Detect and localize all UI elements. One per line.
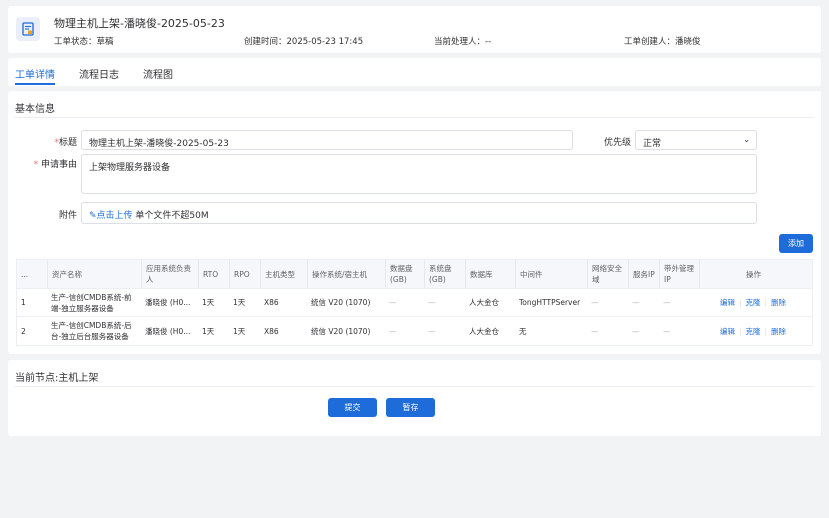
bmc-ip: — — [663, 298, 671, 307]
save-draft-button[interactable]: 暂存 — [386, 398, 435, 417]
ticket-header: 物理主机上架-潘晓俊-2025-05-23 工单状态：草稿 创建时间：2025-… — [8, 6, 821, 53]
divider: | — [764, 298, 768, 307]
col-rpo: RPO — [229, 260, 260, 288]
col-middleware: 中间件 — [515, 260, 587, 288]
asset-name: 生产-信创CMDB系统-后台-独立后台服务器设备 — [51, 321, 132, 341]
col-data-disk: 数据盘(GB) — [385, 260, 424, 288]
submit-button[interactable]: 提交 — [328, 398, 377, 417]
divider: | — [764, 326, 768, 336]
section-title: 基本信息 — [15, 104, 55, 115]
data-disk: — — [389, 326, 397, 336]
row-actions: 编辑 | 克隆 | 删除 — [699, 317, 803, 345]
middleware: 无 — [519, 326, 527, 336]
ticket-creator: 工单创建人：潘晓俊 — [624, 37, 701, 47]
clone-link[interactable]: 克隆 — [746, 297, 761, 308]
current-node-title: 当前节点:主机上架 — [15, 373, 99, 384]
edit-link[interactable]: 编辑 — [720, 297, 735, 308]
table-row: 1 生产-信创CMDB系统-前端-独立服务器设备 潘晓俊 (H0... 1天 1… — [17, 289, 812, 317]
tab-flow-log[interactable]: 流程日志 — [79, 66, 119, 81]
sys-disk: — — [428, 326, 436, 336]
col-asset-name: 资产名称 — [47, 260, 141, 288]
col-owner: 应用系统负责人 — [141, 260, 198, 288]
owner: 潘晓俊 (H0... — [145, 298, 191, 307]
title-label: *标题 — [54, 138, 77, 148]
current-node-card: 当前节点:主机上架 提交 暂存 — [8, 360, 821, 436]
asset-name: 生产-信创CMDB系统-前端-独立服务器设备 — [51, 292, 132, 313]
rto: 1天 — [202, 326, 215, 336]
rpo: 1天 — [233, 326, 246, 336]
divider: | — [738, 298, 742, 307]
priority-label: 优先级 — [604, 138, 632, 148]
basic-info-card: 基本信息 *标题 物理主机上架-潘晓俊-2025-05-23 优先级 正常 ⌄ … — [8, 91, 821, 354]
network-zone: — — [591, 298, 599, 307]
os: 统信 V20 (1070) — [311, 298, 371, 307]
upload-hint: 单个文件不超50M — [135, 211, 209, 221]
reason-label: * 申请事由 — [33, 160, 77, 170]
host-type: X86 — [264, 326, 279, 336]
priority-select[interactable]: 正常 ⌄ — [635, 130, 757, 150]
table-row: 2 生产-信创CMDB系统-后台-独立后台服务器设备 潘晓俊 (H0... 1天… — [17, 317, 812, 345]
network-zone: — — [591, 326, 599, 336]
col-database: 数据库 — [465, 260, 515, 288]
delete-link[interactable]: 删除 — [771, 326, 786, 337]
col-rto: RTO — [198, 260, 229, 288]
col-os: 操作系统/宿主机 — [307, 260, 385, 288]
database: 人大金仓 — [469, 326, 499, 336]
col-index: ... — [21, 269, 29, 279]
data-disk: — — [389, 298, 397, 307]
edit-link[interactable]: 编辑 — [720, 326, 735, 337]
host-type: X86 — [264, 298, 279, 307]
table-header: ... 资产名称 应用系统负责人 RTO RPO 主机类型 操作系统/宿主机 数… — [17, 260, 812, 289]
title-input[interactable]: 物理主机上架-潘晓俊-2025-05-23 — [81, 130, 573, 150]
attachment-field: ✎点击上传 单个文件不超50M — [81, 202, 757, 224]
middleware: TongHTTPServer — [519, 298, 581, 307]
document-icon — [16, 17, 40, 41]
tab-bar: 工单详情 流程日志 流程图 — [8, 58, 821, 86]
col-sys-disk: 系统盘(GB) — [424, 260, 465, 288]
attachment-label: 附件 — [58, 211, 77, 221]
ticket-status: 工单状态：草稿 — [54, 37, 114, 47]
bmc-ip: — — [663, 326, 671, 336]
section-divider — [15, 386, 814, 387]
sys-disk: — — [428, 298, 436, 307]
col-host-type: 主机类型 — [260, 260, 307, 288]
tab-ticket-details[interactable]: 工单详情 — [15, 66, 55, 81]
ticket-title: 物理主机上架-潘晓俊-2025-05-23 — [54, 17, 225, 30]
current-handler: 当前处理人：-- — [434, 37, 492, 47]
row-actions: 编辑 | 克隆 | 删除 — [699, 289, 803, 316]
rpo: 1天 — [233, 298, 246, 307]
active-tab-indicator — [15, 83, 55, 85]
col-actions: 操作 — [699, 260, 803, 288]
section-divider — [15, 117, 814, 118]
reason-textarea[interactable]: 上架物理服务器设备 — [81, 154, 757, 194]
tab-flow-chart[interactable]: 流程图 — [143, 66, 173, 81]
add-button[interactable]: 添加 — [779, 234, 813, 253]
service-ip: — — [632, 326, 640, 336]
chevron-down-icon: ⌄ — [743, 135, 750, 144]
owner: 潘晓俊 (H0... — [145, 326, 191, 336]
service-ip: — — [632, 298, 640, 307]
created-time: 创建时间：2025-05-23 17:45 — [244, 37, 364, 47]
asset-table: ... 资产名称 应用系统负责人 RTO RPO 主机类型 操作系统/宿主机 数… — [16, 259, 813, 346]
clone-link[interactable]: 克隆 — [746, 326, 761, 337]
col-bmc-ip: 带外管理IP — [659, 260, 699, 288]
col-service-ip: 服务IP — [628, 260, 659, 288]
rto: 1天 — [202, 298, 215, 307]
divider: | — [738, 326, 742, 336]
row-index: 1 — [21, 298, 26, 307]
delete-link[interactable]: 删除 — [771, 297, 786, 308]
upload-link[interactable]: ✎点击上传 — [89, 211, 133, 221]
os: 统信 V20 (1070) — [311, 326, 371, 336]
col-network-zone: 网络安全域 — [587, 260, 628, 288]
database: 人大金仓 — [469, 298, 499, 307]
row-index: 2 — [21, 326, 26, 336]
